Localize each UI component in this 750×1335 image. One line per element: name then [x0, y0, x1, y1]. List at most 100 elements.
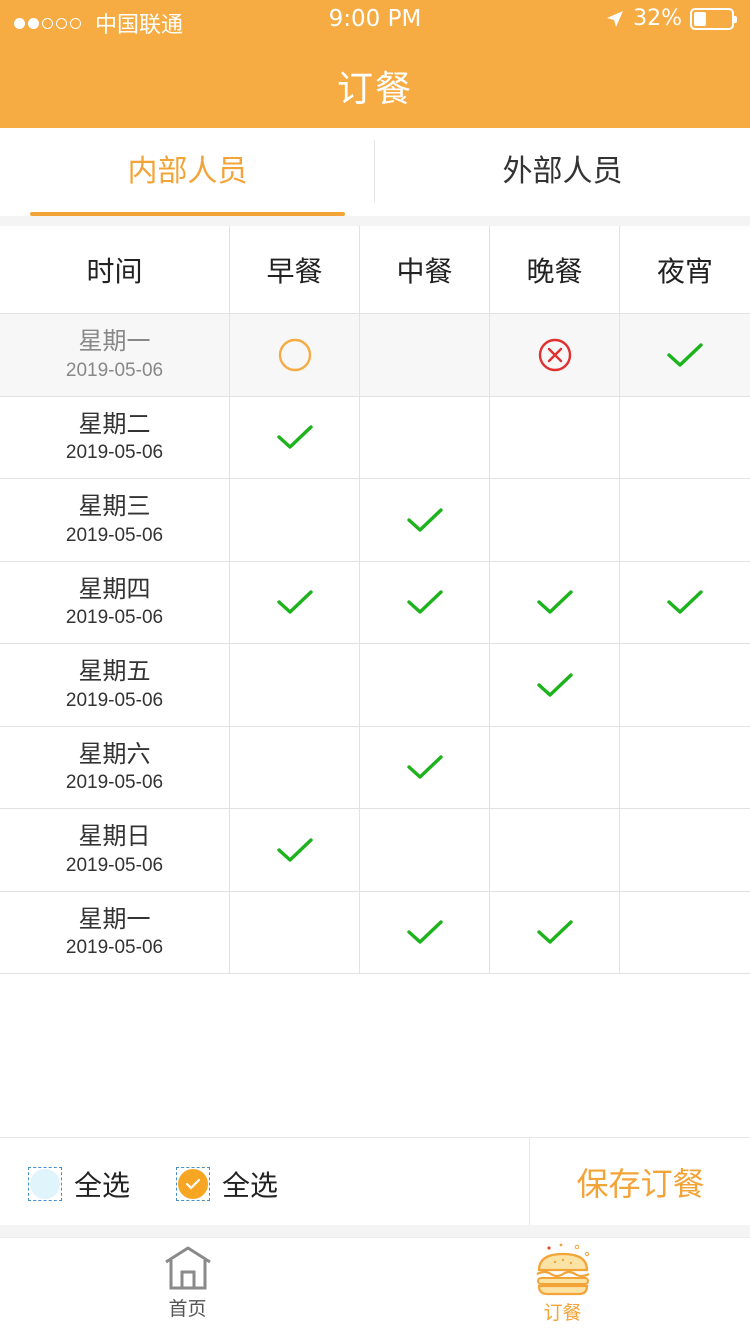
- table-row: 星期一 2019-05-06: [0, 314, 750, 397]
- meal-cell-dinner[interactable]: [490, 891, 620, 973]
- day-cell: 星期四 2019-05-06: [0, 561, 230, 643]
- meal-cell-late-snack[interactable]: [620, 397, 750, 479]
- meal-cell-breakfast[interactable]: [230, 809, 360, 891]
- meal-cell-late-snack[interactable]: [620, 892, 750, 974]
- check-icon: [406, 508, 443, 532]
- day-info: 星期日 2019-05-06: [65, 822, 164, 876]
- day-name: 星期六: [78, 739, 151, 768]
- day-date: 2019-05-06: [65, 442, 164, 464]
- meal-cell-lunch[interactable]: [360, 314, 490, 396]
- header-breakfast: 早餐: [230, 226, 360, 313]
- tabbar-order-label: 订餐: [543, 1302, 582, 1324]
- burger-icon: [536, 1243, 589, 1296]
- check-icon: [276, 838, 313, 862]
- meal-cell-breakfast[interactable]: [230, 644, 360, 726]
- meal-cell-lunch[interactable]: [360, 644, 490, 726]
- day-date: 2019-05-06: [65, 359, 164, 381]
- day-cell: 星期一 2019-05-06: [0, 891, 230, 973]
- meal-cell-dinner[interactable]: [490, 314, 620, 396]
- meal-cell-lunch[interactable]: [360, 726, 490, 808]
- tab-bar: 内部人员 外部人员: [0, 128, 750, 216]
- battery-icon: [690, 7, 737, 30]
- meal-cell-breakfast[interactable]: [230, 726, 360, 808]
- battery-percent: 32%: [633, 6, 682, 31]
- radio-empty-icon: [30, 1169, 60, 1199]
- meal-cell-lunch[interactable]: [360, 396, 490, 478]
- bottom-tab-bar: 首页 订餐: [0, 1237, 750, 1335]
- meal-cell-dinner[interactable]: [490, 809, 620, 891]
- day-name: 星期五: [78, 657, 151, 686]
- day-cell: 星期日 2019-05-06: [0, 809, 230, 891]
- save-order-button[interactable]: 保存订餐: [529, 1138, 750, 1226]
- bottom-gap: [0, 1225, 750, 1237]
- day-name: 星期二: [78, 409, 151, 438]
- check-icon: [536, 920, 573, 944]
- header-late-snack: 夜宵: [656, 254, 713, 288]
- footer-action-bar: 全选 全选 保存订餐: [0, 1137, 750, 1226]
- status-bar: 中国联通 9:00 PM 32%: [0, 0, 750, 40]
- meal-table: 时间 早餐 中餐 晚餐 夜宵 星期一 2019-05-06 星期二 2019-05-0…: [0, 226, 750, 974]
- meal-cell-dinner[interactable]: [490, 726, 620, 808]
- meal-cell-breakfast[interactable]: [230, 396, 360, 478]
- check-icon: [536, 673, 573, 697]
- day-date: 2019-05-06: [65, 937, 164, 959]
- meal-cell-late-snack[interactable]: [620, 644, 750, 726]
- page-title: 订餐: [336, 69, 413, 110]
- select-all-option-1[interactable]: 全选: [28, 1164, 130, 1204]
- day-name: 星期一: [78, 327, 151, 356]
- meal-cell-late-snack[interactable]: [620, 314, 750, 396]
- section-gap: [0, 216, 750, 226]
- table-header-row: 时间 早餐 中餐 晚餐 夜宵: [0, 226, 750, 314]
- meal-cell-breakfast[interactable]: [230, 561, 360, 643]
- meal-cell-lunch[interactable]: [360, 479, 490, 561]
- meal-cell-dinner[interactable]: [490, 479, 620, 561]
- table-row: 星期四 2019-05-06: [0, 561, 750, 644]
- meal-cell-lunch[interactable]: [360, 809, 490, 891]
- header: 中国联通 9:00 PM 32% 订餐: [0, 0, 750, 128]
- day-cell: 星期五 2019-05-06: [0, 644, 230, 726]
- meal-cell-dinner[interactable]: [490, 644, 620, 726]
- day-name: 星期三: [78, 492, 151, 521]
- tab-internal-staff[interactable]: 内部人员: [0, 128, 375, 216]
- checkbox-unchecked[interactable]: [28, 1167, 62, 1201]
- meal-cell-breakfast[interactable]: [230, 314, 360, 396]
- day-date: 2019-05-06: [65, 772, 164, 794]
- day-info: 星期一 2019-05-06: [65, 905, 164, 959]
- meal-cell-late-snack[interactable]: [620, 479, 750, 561]
- pending-circle-icon: [278, 338, 311, 371]
- day-cell: 星期一 2019-05-06: [0, 314, 230, 396]
- day-info: 星期五 2019-05-06: [65, 657, 164, 711]
- checkbox-checked[interactable]: [176, 1167, 210, 1201]
- check-icon: [536, 590, 573, 614]
- meal-cell-lunch[interactable]: [360, 561, 490, 643]
- header-lunch: 中餐: [360, 226, 490, 313]
- location-arrow-icon: [607, 10, 624, 27]
- day-date: 2019-05-06: [65, 854, 164, 876]
- check-icon: [276, 425, 313, 449]
- day-name: 星期四: [78, 574, 151, 603]
- day-info: 星期一 2019-05-06: [65, 327, 164, 381]
- check-icon: [406, 755, 443, 779]
- meal-cell-breakfast[interactable]: [230, 891, 360, 973]
- day-info: 星期三 2019-05-06: [65, 492, 164, 546]
- check-icon: [667, 590, 703, 614]
- status-right: 32%: [605, 6, 737, 31]
- tabbar-home[interactable]: 首页: [0, 1244, 375, 1321]
- meal-cell-late-snack[interactable]: [620, 727, 750, 809]
- meal-cell-dinner[interactable]: [490, 561, 620, 643]
- meal-cell-breakfast[interactable]: [230, 479, 360, 561]
- tabbar-order[interactable]: 订餐: [375, 1242, 750, 1325]
- select-all-option-2[interactable]: 全选: [176, 1164, 278, 1204]
- day-date: 2019-05-06: [65, 524, 164, 546]
- table-row: 星期一 2019-05-06: [0, 891, 750, 974]
- day-cell: 星期二 2019-05-06: [0, 396, 230, 478]
- table-row: 星期日 2019-05-06: [0, 809, 750, 892]
- tab-external-staff[interactable]: 外部人员: [375, 128, 750, 216]
- check-icon: [406, 590, 443, 614]
- meal-cell-late-snack[interactable]: [620, 562, 750, 644]
- meal-cell-late-snack[interactable]: [620, 809, 750, 891]
- day-date: 2019-05-06: [65, 689, 164, 711]
- day-name: 星期日: [78, 822, 151, 851]
- meal-cell-lunch[interactable]: [360, 891, 490, 973]
- meal-cell-dinner[interactable]: [490, 396, 620, 478]
